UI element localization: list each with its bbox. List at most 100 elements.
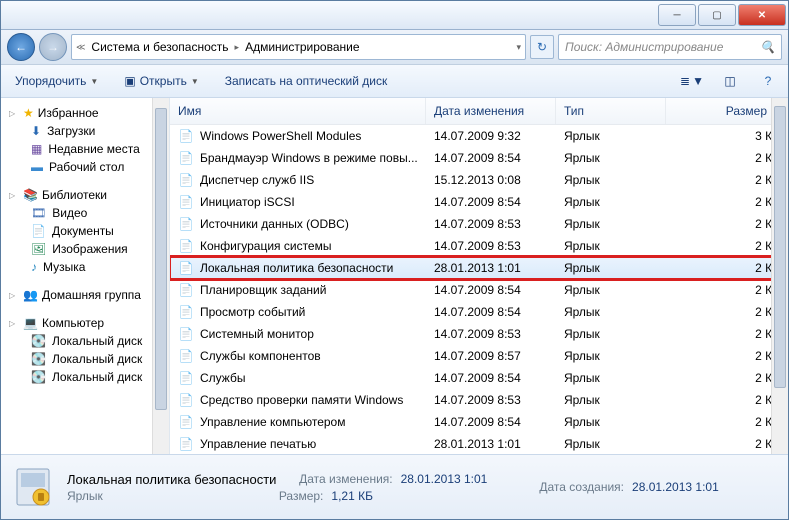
file-type: Ярлык (556, 305, 666, 319)
table-row[interactable]: 📄Просмотр событий14.07.2009 8:54Ярлык2 К… (170, 301, 788, 323)
file-type: Ярлык (556, 283, 666, 297)
file-size: 2 КБ (666, 239, 788, 253)
chevron-down-icon[interactable]: ▾ (516, 42, 521, 53)
homegroup-icon: 👥 (23, 288, 38, 302)
nav-videos[interactable]: 🎞Видео (1, 204, 169, 222)
column-headers: Имя Дата изменения Тип Размер (170, 98, 788, 125)
nav-drive[interactable]: 💽Локальный диск (1, 350, 169, 368)
shortcut-icon: 📄 (178, 326, 194, 342)
explorer-window: ─ ▢ ✕ ← → ≪ Система и безопасность ▸ Адм… (0, 0, 789, 520)
search-input[interactable]: Поиск: Администрирование 🔍 (558, 34, 782, 60)
file-size: 2 КБ (666, 305, 788, 319)
breadcrumb-seg-1[interactable]: Система и безопасность (87, 38, 232, 56)
open-button[interactable]: ▣Открыть▼ (118, 70, 204, 92)
file-name: Локальная политика безопасности (200, 261, 393, 275)
minimize-button[interactable]: ─ (658, 4, 696, 26)
file-date: 14.07.2009 8:54 (426, 305, 556, 319)
view-options-button[interactable]: ≣ ▼ (680, 69, 704, 93)
address-bar: ← → ≪ Система и безопасность ▸ Администр… (1, 30, 788, 65)
help-button[interactable]: ? (756, 69, 780, 93)
nav-music[interactable]: ♪Музыка (1, 258, 169, 276)
file-name: Источники данных (ODBC) (200, 217, 349, 231)
col-date[interactable]: Дата изменения (426, 98, 556, 124)
nav-desktop[interactable]: ▬Рабочий стол (1, 158, 169, 176)
table-row[interactable]: 📄Средство проверки памяти Windows14.07.2… (170, 389, 788, 411)
list-scrollbar[interactable] (771, 98, 788, 454)
shortcut-icon: 📄 (178, 436, 194, 452)
nav-pictures[interactable]: 🖼Изображения (1, 240, 169, 258)
table-row[interactable]: 📄Локальная политика безопасности28.01.20… (170, 257, 788, 279)
table-row[interactable]: 📄Управление печатью28.01.2013 1:01Ярлык2… (170, 433, 788, 454)
file-name: Просмотр событий (200, 305, 305, 319)
search-placeholder: Поиск: Администрирование (565, 40, 723, 54)
forward-button[interactable]: → (39, 33, 67, 61)
shortcut-icon: 📄 (178, 348, 194, 364)
file-size: 2 КБ (666, 437, 788, 451)
nav-favorites[interactable]: ▷★Избранное (1, 104, 169, 122)
nav-homegroup[interactable]: ▷👥Домашняя группа (1, 286, 169, 304)
nav-downloads[interactable]: ⬇Загрузки (1, 122, 169, 140)
organize-menu[interactable]: Упорядочить▼ (9, 70, 104, 92)
table-row[interactable]: 📄 Планировщик заданий 14.07.2009 8:54Ярлык… (170, 279, 788, 301)
table-row[interactable]: 📄Диспетчер служб IIS15.12.2013 0:08Ярлык… (170, 169, 788, 191)
refresh-button[interactable]: ↻ (530, 35, 554, 59)
table-row[interactable]: 📄Управление компьютером14.07.2009 8:54Яр… (170, 411, 788, 433)
nav-computer[interactable]: ▷💻Компьютер (1, 314, 169, 332)
file-name: Диспетчер служб IIS (200, 173, 314, 187)
libraries-icon: 📚 (23, 188, 38, 202)
nav-libraries[interactable]: ▷📚Библиотеки (1, 186, 169, 204)
close-button[interactable]: ✕ (738, 4, 786, 26)
file-size: 2 КБ (666, 327, 788, 341)
file-type: Ярлык (556, 393, 666, 407)
file-type: Ярлык (556, 173, 666, 187)
drive-icon: 💽 (31, 370, 46, 384)
open-icon: ▣ (124, 74, 135, 88)
chevron-right-icon: ▸ (235, 42, 240, 53)
table-row[interactable]: 📄Службы компонентов14.07.2009 8:57Ярлык2… (170, 345, 788, 367)
file-type: Ярлык (556, 217, 666, 231)
file-date: 14.07.2009 8:53 (426, 217, 556, 231)
nav-recent[interactable]: ▦Недавние места (1, 140, 169, 158)
table-row[interactable]: 📄Брандмауэр Windows в режиме повы...14.0… (170, 147, 788, 169)
col-name[interactable]: Имя (170, 98, 426, 124)
table-row[interactable]: 📄Конфигурация системы14.07.2009 8:53Ярлы… (170, 235, 788, 257)
details-icon (11, 465, 55, 509)
shortcut-icon: 📄 (178, 282, 194, 298)
shortcut-icon: 📄 (178, 392, 194, 408)
col-type[interactable]: Тип (556, 98, 666, 124)
file-date: 14.07.2009 8:57 (426, 349, 556, 363)
maximize-button[interactable]: ▢ (698, 4, 736, 26)
shortcut-icon: 📄 (178, 150, 194, 166)
shortcut-icon: 📄 (178, 172, 194, 188)
file-type: Ярлык (556, 151, 666, 165)
col-size[interactable]: Размер (666, 98, 788, 124)
file-type: Ярлык (556, 129, 666, 143)
file-name: Планировщик заданий (200, 283, 326, 297)
navigation-pane: ▷★Избранное ⬇Загрузки ▦Недавние места ▬Р… (1, 98, 170, 454)
recent-icon: ▦ (31, 142, 42, 156)
table-row[interactable]: 📄Windows PowerShell Modules14.07.2009 9:… (170, 125, 788, 147)
file-name: Инициатор iSCSI (200, 195, 295, 209)
picture-icon: 🖼 (31, 242, 46, 256)
file-name: Службы компонентов (200, 349, 321, 363)
nav-drive[interactable]: 💽Локальный диск (1, 368, 169, 386)
table-row[interactable]: 📄Инициатор iSCSI14.07.2009 8:54Ярлык2 КБ (170, 191, 788, 213)
breadcrumb[interactable]: ≪ Система и безопасность ▸ Администриров… (71, 34, 526, 60)
nav-scrollbar[interactable] (152, 98, 169, 454)
table-row[interactable]: 📄Службы14.07.2009 8:54Ярлык2 КБ (170, 367, 788, 389)
breadcrumb-seg-2[interactable]: Администрирование (241, 38, 363, 56)
table-row[interactable]: 📄Системный монитор14.07.2009 8:53Ярлык2 … (170, 323, 788, 345)
back-button[interactable]: ← (7, 33, 35, 61)
file-size: 2 КБ (666, 349, 788, 363)
shortcut-icon: 📄 (178, 216, 194, 232)
preview-pane-button[interactable]: ◫ (718, 69, 742, 93)
file-date: 28.01.2013 1:01 (426, 437, 556, 451)
file-date: 14.07.2009 8:54 (426, 151, 556, 165)
nav-documents[interactable]: 📄Документы (1, 222, 169, 240)
file-date: 14.07.2009 8:54 (426, 283, 556, 297)
table-row[interactable]: 📄 Источники данных (ODBC) 14.07.2009 8:53Я… (170, 213, 788, 235)
drive-icon: 💽 (31, 352, 46, 366)
file-name: Управление компьютером (200, 415, 345, 429)
burn-button[interactable]: Записать на оптический диск (219, 70, 394, 92)
nav-drive[interactable]: 💽Локальный диск (1, 332, 169, 350)
